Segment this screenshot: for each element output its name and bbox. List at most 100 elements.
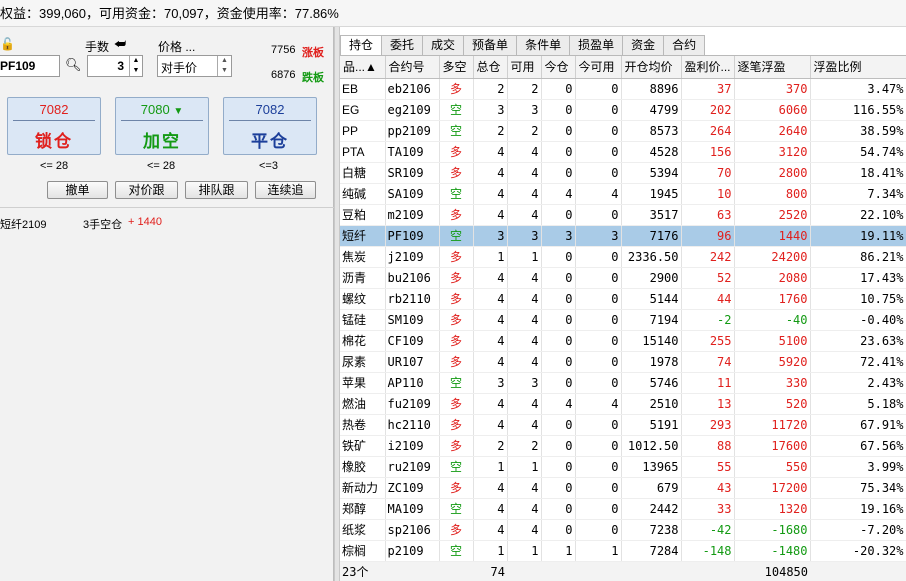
table-row[interactable]: 燃油 fu2109 多 4 4 4 4 2510 13 520 5.18% (340, 393, 906, 415)
table-row[interactable]: 橡胶 ru2109 空 1 1 0 0 13965 55 550 3.99% (340, 456, 906, 478)
column-header-0[interactable]: 品...▲ (340, 56, 386, 79)
column-header-2[interactable]: 多空 (439, 56, 474, 79)
column-header-7[interactable]: 开仓均价 (621, 56, 682, 79)
table-row[interactable]: 新动力 ZC109 多 4 4 0 0 679 43 17200 75.34% (340, 477, 906, 499)
table-cell: 3 (507, 225, 542, 247)
table-row[interactable]: 郑醇 MA109 空 4 4 0 0 2442 33 1320 19.16% (340, 498, 906, 520)
table-row[interactable]: PP pp2109 空 2 2 0 0 8573 264 2640 38.59% (340, 120, 906, 142)
table-cell: ru2109 (385, 456, 440, 478)
cancel-order-button[interactable]: 撤单 (47, 181, 108, 199)
column-header-6[interactable]: 今可用 (575, 56, 622, 79)
tab-positions[interactable]: 持仓 (340, 35, 383, 56)
column-header-9[interactable]: 逐笔浮盈 (734, 56, 811, 79)
table-row[interactable]: 沥青 bu2106 多 4 4 0 0 2900 52 2080 17.43% (340, 267, 906, 289)
continuous-chase-button[interactable]: 连续追 (255, 181, 316, 199)
table-cell: 4 (473, 519, 508, 541)
table-cell: 88 (681, 435, 735, 457)
table-cell: 18.41% (810, 162, 906, 184)
tab-funds[interactable]: 资金 (622, 35, 665, 55)
tab-trades[interactable]: 成交 (422, 35, 465, 55)
table-cell: 17600 (734, 435, 811, 457)
table-cell: 2 (473, 120, 508, 142)
table-cell: bu2106 (385, 267, 440, 289)
table-cell: 4 (575, 393, 622, 415)
table-cell: 白糖 (340, 162, 386, 184)
column-header-5[interactable]: 今仓 (541, 56, 576, 79)
table-cell: 4 (473, 288, 508, 310)
column-header-3[interactable]: 总仓 (473, 56, 508, 79)
table-cell: 0 (541, 267, 576, 289)
table-cell: 2 (473, 78, 508, 100)
search-icon[interactable]: 🔍︎ (65, 57, 82, 73)
table-cell: 多 (439, 204, 474, 226)
table-cell: 0 (541, 456, 576, 478)
table-row[interactable]: 短纤 PF109 空 3 3 3 3 7176 96 1440 19.11% (340, 225, 906, 247)
price-spin[interactable]: ▲ ▼ (217, 56, 231, 76)
table-cell: 4 (473, 204, 508, 226)
close-limit: <=3 (259, 160, 278, 172)
table-cell: 1320 (734, 498, 811, 520)
queue-follow-button[interactable]: 排队跟 (185, 181, 248, 199)
table-cell: 多 (439, 519, 474, 541)
table-row[interactable]: 螺纹 rb2110 多 4 4 0 0 5144 44 1760 10.75% (340, 288, 906, 310)
lots-spin[interactable]: ▲ ▼ (129, 56, 142, 76)
table-row[interactable]: 铁矿 i2109 多 2 2 0 0 1012.50 88 17600 67.56% (340, 435, 906, 457)
table-cell: 13965 (621, 456, 682, 478)
lock-icon[interactable]: 🔓 (0, 37, 15, 51)
counter-price-follow-button[interactable]: 对价跟 (115, 181, 178, 199)
table-cell: 7176 (621, 225, 682, 247)
table-cell: 4 (507, 204, 542, 226)
positions-table-wrap: 品...▲ 合约号 多空 总仓 可用 今仓 今可用 开仓均价 盈利价... 逐笔浮盈 浮盈比例 EB… (340, 55, 906, 581)
add-short-limit: <= 28 (147, 160, 176, 172)
spin-down-icon[interactable]: ▼ (130, 66, 142, 76)
spin-up-icon[interactable]: ▲ (130, 56, 142, 66)
table-row[interactable]: 豆粕 m2109 多 4 4 0 0 3517 63 2520 22.10% (340, 204, 906, 226)
table-cell: 4 (507, 183, 542, 205)
table-row[interactable]: 尿素 UR107 多 4 4 0 0 1978 74 5920 72.41% (340, 351, 906, 373)
tab-pending[interactable]: 预备单 (463, 35, 518, 55)
column-header-1[interactable]: 合约号 (385, 56, 440, 79)
table-row[interactable]: 棕榈 p2109 空 1 1 1 1 7284 -148 -1480 -20.32% (340, 540, 906, 562)
column-header-10[interactable]: 浮盈比例 (810, 56, 906, 79)
table-cell: 5191 (621, 414, 682, 436)
close-price: 7082 (255, 102, 285, 117)
table-row[interactable]: 热卷 hc2110 多 4 4 0 0 5191 293 11720 67.91% (340, 414, 906, 436)
table-cell: 11 (681, 372, 735, 394)
table-row[interactable]: 焦炭 j2109 多 1 1 0 0 2336.50 242 24200 86.21% (340, 246, 906, 268)
tab-stop-profit[interactable]: 损盈单 (569, 35, 624, 55)
table-row[interactable]: 白糖 SR109 多 4 4 0 0 5394 70 2800 18.41% (340, 162, 906, 184)
tab-contracts[interactable]: 合约 (663, 35, 706, 55)
price-up-icon[interactable]: ▲ (218, 56, 231, 66)
table-row[interactable]: EB eb2106 多 2 2 0 0 8896 37 370 3.47% (340, 78, 906, 100)
table-row[interactable]: PTA TA109 多 4 4 0 0 4528 156 3120 54.74% (340, 141, 906, 163)
price-down-icon[interactable]: ▼ (218, 66, 231, 76)
table-cell: 54.74% (810, 141, 906, 163)
table-cell: 空 (439, 498, 474, 520)
table-cell: rb2110 (385, 288, 440, 310)
table-row[interactable]: 锰硅 SM109 多 4 4 0 0 7194 -2 -40 -0.40% (340, 309, 906, 331)
tab-conditional[interactable]: 条件单 (516, 35, 571, 55)
table-cell: 1 (473, 540, 508, 562)
table-cell: 3 (473, 99, 508, 121)
table-row[interactable]: 苹果 AP110 空 3 3 0 0 5746 11 330 2.43% (340, 372, 906, 394)
return-icon[interactable]: ⮨ (114, 36, 126, 52)
table-cell: 4799 (621, 99, 682, 121)
table-row[interactable]: EG eg2109 空 3 3 0 0 4799 202 6060 116.55% (340, 99, 906, 121)
table-row[interactable]: 纸浆 sp2106 多 4 4 0 0 7238 -42 -1680 -7.20% (340, 519, 906, 541)
table-cell: 空 (439, 99, 474, 121)
table-cell: 5144 (621, 288, 682, 310)
table-row[interactable]: 纯碱 SA109 空 4 4 4 4 1945 10 800 7.34% (340, 183, 906, 205)
column-header-8[interactable]: 盈利价... (681, 56, 735, 79)
table-cell: 0 (575, 267, 622, 289)
close-position-button[interactable]: 7082 平仓 (223, 97, 317, 155)
table-cell: SM109 (385, 309, 440, 331)
table-cell: PF109 (385, 225, 440, 247)
contract-input[interactable]: PF109 (0, 55, 60, 77)
add-short-button[interactable]: 7080 ▼ 加空 (115, 97, 209, 155)
table-cell: 0 (575, 456, 622, 478)
column-header-4[interactable]: 可用 (507, 56, 542, 79)
lock-position-button[interactable]: 7082 锁仓 (7, 97, 101, 155)
table-row[interactable]: 棉花 CF109 多 4 4 0 0 15140 255 5100 23.63% (340, 330, 906, 352)
tab-orders[interactable]: 委托 (381, 35, 424, 55)
table-cell: 520 (734, 393, 811, 415)
